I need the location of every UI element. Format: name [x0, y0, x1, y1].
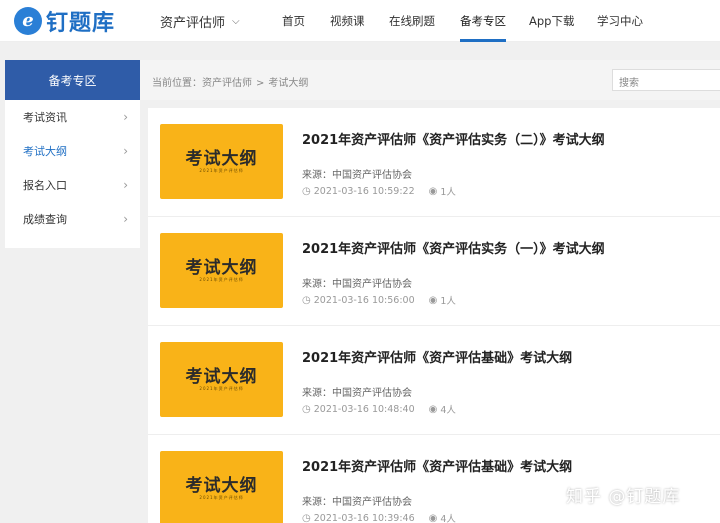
sidebar-title: 备考专区 — [5, 60, 140, 100]
clock-icon: ◷ — [302, 512, 311, 523]
logo-text: 钉题库 — [46, 11, 116, 36]
breadcrumb: 当前位置：资产评估师 > 考试大纲 — [152, 74, 308, 89]
search-input[interactable]: 搜索 — [612, 69, 720, 91]
breadcrumb-link-category[interactable]: 资产评估师 — [202, 78, 252, 89]
article-thumbnail[interactable]: 考试大纲 2021年资产评估师 — [160, 451, 283, 523]
article-source: 来源：中国资产评估协会 — [302, 170, 412, 181]
nav-learning-center[interactable]: 学习中心 — [597, 0, 643, 42]
article-views: ◉ 1人 — [428, 184, 456, 199]
clock-icon: ◷ — [302, 403, 311, 415]
article-thumbnail[interactable]: 考试大纲 2021年资产评估师 — [160, 124, 283, 199]
clock-icon: ◷ — [302, 294, 311, 306]
article-source: 来源：中国资产评估协会 — [302, 279, 412, 290]
breadcrumb-current: 考试大纲 — [268, 78, 309, 89]
nav-home[interactable]: 首页 — [282, 0, 305, 42]
eye-icon: ◉ — [428, 294, 438, 306]
view-count: 4人 — [440, 405, 456, 416]
thumbnail-title: 考试大纲 — [185, 476, 258, 496]
article-title[interactable]: 2021年资产评估师《资产评估实务（一）》考试大纲 — [302, 238, 605, 257]
article-source: 来源：中国资产评估协会 — [302, 388, 412, 399]
article-thumbnail[interactable]: 考试大纲 2021年资产评估师 — [160, 342, 283, 417]
thumbnail-subtitle: 2021年资产评估师 — [199, 386, 244, 391]
article-title[interactable]: 2021年资产评估师《资产评估实务（二）》考试大纲 — [302, 129, 605, 148]
article-time: 2021-03-16 10:59:22 — [313, 185, 415, 197]
thumbnail-subtitle: 2021年资产评估师 — [199, 168, 244, 173]
article-meta: ◷ 2021-03-16 10:39:46 ◉ 4人 — [302, 511, 456, 523]
article-time: 2021-03-16 10:56:00 — [313, 294, 415, 306]
site-logo[interactable]: e 钉题库 — [14, 7, 116, 36]
nav-online-practice[interactable]: 在线刷题 — [389, 0, 435, 42]
eye-icon: ◉ — [428, 403, 438, 415]
thumbnail-subtitle: 2021年资产评估师 — [199, 495, 244, 500]
eye-icon: ◉ — [428, 185, 438, 197]
article-views: ◉ 4人 — [429, 511, 456, 523]
eye-icon: ◉ — [428, 512, 438, 523]
clock-icon: ◷ — [302, 185, 311, 197]
chevron-down-icon: ⌵ — [232, 16, 240, 27]
chevron-right-icon: › — [123, 212, 128, 226]
logo-icon: e — [14, 7, 42, 35]
thumbnail-subtitle: 2021年资产评估师 — [199, 277, 244, 282]
exam-category-dropdown[interactable]: 资产评估师 ⌵ — [160, 12, 240, 31]
article-views: ◉ 1人 — [428, 293, 456, 308]
article-meta: ◷ 2021-03-16 10:48:40 ◉ 4人 — [302, 402, 456, 417]
top-navigation-bar: e 钉题库 资产评估师 ⌵ 首页 视频课 在线刷题 备考专区 App下载 学习中… — [0, 0, 720, 42]
article-title[interactable]: 2021年资产评估师《资产评估基础》考试大纲 — [302, 347, 572, 366]
sidebar-item-label: 考试大纲 — [23, 145, 67, 158]
chevron-right-icon: › — [123, 178, 128, 192]
nav-video-courses[interactable]: 视频课 — [330, 0, 365, 42]
article-source: 来源：中国资产评估协会 — [302, 497, 412, 508]
article-title[interactable]: 2021年资产评估师《资产评估基础》考试大纲 — [302, 456, 572, 475]
thumbnail-title: 考试大纲 — [185, 149, 258, 169]
thumbnail-title: 考试大纲 — [185, 367, 258, 387]
exam-category-label: 资产评估师 — [160, 16, 226, 31]
view-count: 4人 — [440, 514, 456, 523]
list-item[interactable]: 考试大纲 2021年资产评估师 2021年资产评估师《资产评估基础》考试大纲 来… — [148, 435, 720, 523]
chevron-right-icon: › — [123, 144, 128, 158]
article-thumbnail[interactable]: 考试大纲 2021年资产评估师 — [160, 233, 283, 308]
sidebar-item-label: 报名入口 — [23, 179, 67, 192]
sidebar-item-registration[interactable]: 报名入口 › — [5, 168, 140, 202]
sidebar-item-syllabus[interactable]: 考试大纲 › — [5, 134, 140, 168]
view-count: 1人 — [440, 296, 456, 307]
thumbnail-title: 考试大纲 — [185, 258, 258, 278]
article-views: ◉ 4人 — [428, 402, 456, 417]
view-count: 1人 — [440, 187, 456, 198]
watermark: 知乎 @钉题库 — [566, 487, 681, 507]
article-meta: ◷ 2021-03-16 10:56:00 ◉ 1人 — [302, 293, 456, 308]
article-list: 考试大纲 2021年资产评估师 2021年资产评估师《资产评估实务（二）》考试大… — [148, 108, 720, 523]
list-item[interactable]: 考试大纲 2021年资产评估师 2021年资产评估师《资产评估实务（二）》考试大… — [148, 108, 720, 217]
nav-exam-prep[interactable]: 备考专区 — [460, 0, 506, 42]
list-item[interactable]: 考试大纲 2021年资产评估师 2021年资产评估师《资产评估实务（一）》考试大… — [148, 217, 720, 326]
sidebar-item-label: 考试资讯 — [23, 111, 67, 124]
article-meta: ◷ 2021-03-16 10:59:22 ◉ 1人 — [302, 184, 456, 199]
article-time: 2021-03-16 10:39:46 — [313, 512, 415, 523]
sidebar-item-exam-news[interactable]: 考试资讯 › — [5, 100, 140, 134]
nav-app-download[interactable]: App下载 — [529, 0, 574, 42]
chevron-right-icon: › — [123, 110, 128, 124]
sidebar-item-score-query[interactable]: 成绩查询 › — [5, 202, 140, 236]
sidebar-item-label: 成绩查询 — [23, 213, 67, 226]
article-time: 2021-03-16 10:48:40 — [313, 403, 415, 415]
list-item[interactable]: 考试大纲 2021年资产评估师 2021年资产评估师《资产评估基础》考试大纲 来… — [148, 326, 720, 435]
breadcrumb-prefix: 当前位置： — [152, 78, 202, 89]
breadcrumb-separator: > — [256, 78, 265, 89]
sidebar-menu: 考试资讯 › 考试大纲 › 报名入口 › 成绩查询 › — [5, 100, 140, 248]
